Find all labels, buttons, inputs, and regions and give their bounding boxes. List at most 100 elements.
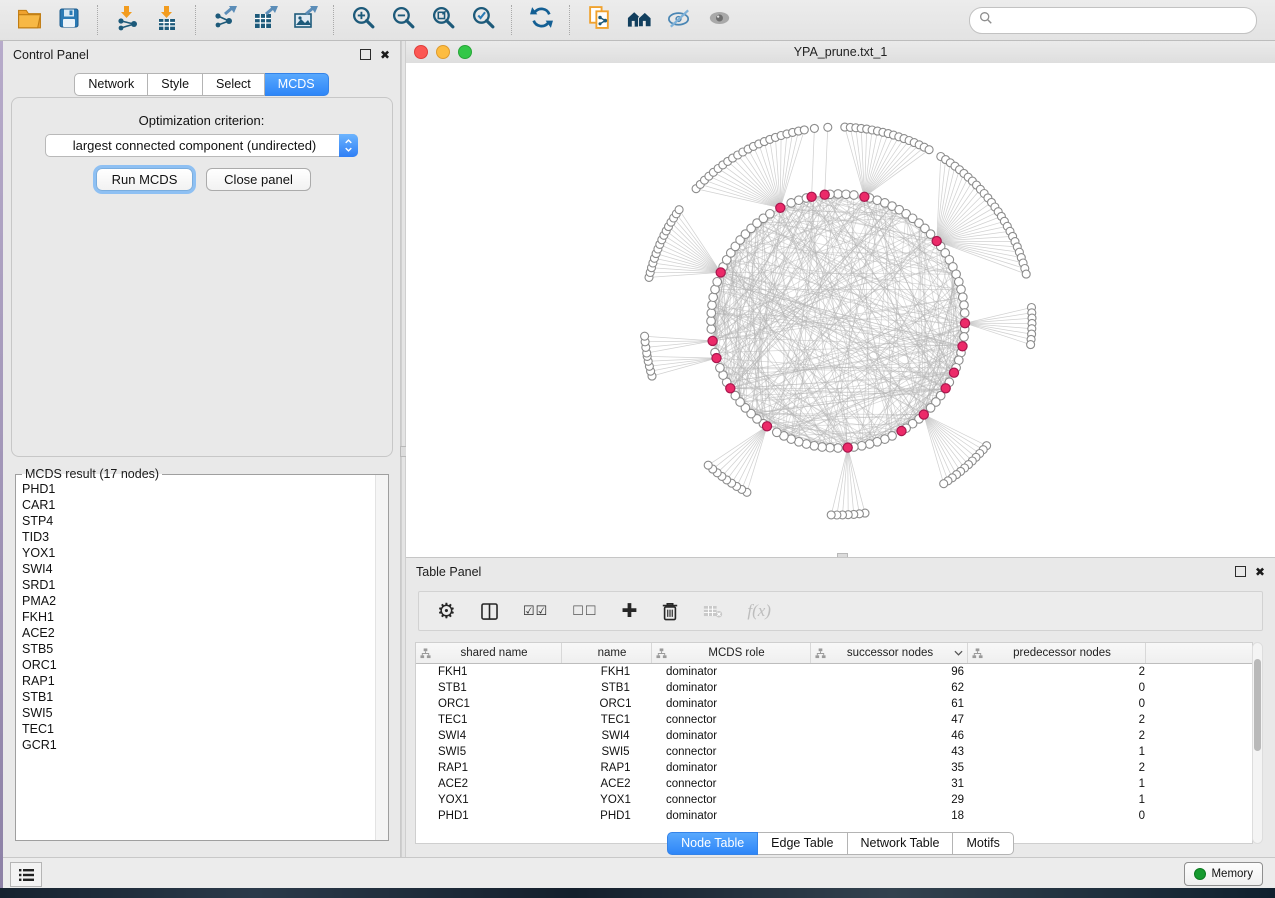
- column-header-shared-name[interactable]: shared name: [416, 643, 562, 663]
- show-columns-icon[interactable]: [480, 602, 499, 621]
- table-cell[interactable]: SWI5: [575, 746, 656, 758]
- leaf-node[interactable]: [800, 126, 808, 134]
- mcds-result-item[interactable]: CAR1: [22, 497, 382, 513]
- table-cell[interactable]: TEC1: [416, 714, 575, 726]
- table-cell[interactable]: 1: [976, 794, 1157, 806]
- table-cell[interactable]: 2: [976, 714, 1157, 726]
- table-cell[interactable]: dominator: [656, 762, 816, 774]
- tab-network[interactable]: Network: [74, 73, 148, 96]
- export-image-button[interactable]: [286, 3, 324, 37]
- select-all-columns-icon[interactable]: ☑☑: [523, 603, 548, 619]
- network-node[interactable]: [858, 442, 867, 451]
- mcds-hub-node[interactable]: [712, 354, 721, 363]
- table-cell[interactable]: TEC1: [575, 714, 656, 726]
- import-network-button[interactable]: [108, 3, 146, 37]
- zoom-selected-button[interactable]: [464, 3, 502, 37]
- mcds-result-item[interactable]: FKH1: [22, 609, 382, 625]
- table-settings-gear-icon[interactable]: ⚙: [437, 599, 456, 624]
- mcds-hub-node[interactable]: [726, 384, 735, 393]
- table-cell[interactable]: dominator: [656, 666, 816, 678]
- mcds-hub-node[interactable]: [843, 443, 852, 452]
- table-cell[interactable]: 62: [816, 682, 976, 694]
- mcds-hub-node[interactable]: [860, 192, 869, 201]
- leaf-node[interactable]: [824, 123, 832, 131]
- network-node[interactable]: [708, 301, 717, 310]
- mcds-result-item[interactable]: PMA2: [22, 593, 382, 609]
- tab-node-table[interactable]: Node Table: [667, 832, 758, 855]
- table-cell[interactable]: 43: [816, 746, 976, 758]
- mcds-hub-node[interactable]: [897, 426, 906, 435]
- export-table-button[interactable]: [246, 3, 284, 37]
- add-column-icon[interactable]: ✚: [621, 600, 637, 623]
- mcds-hub-node[interactable]: [716, 268, 725, 277]
- table-cell[interactable]: FKH1: [575, 666, 656, 678]
- leaf-node[interactable]: [1027, 341, 1035, 349]
- copy-network-button[interactable]: [580, 3, 618, 37]
- leaf-node[interactable]: [940, 480, 948, 488]
- table-row[interactable]: PHD1PHD1dominator180: [416, 808, 1252, 824]
- mcds-result-item[interactable]: GCR1: [22, 737, 382, 753]
- leaf-node[interactable]: [925, 146, 933, 154]
- table-cell[interactable]: 2: [976, 730, 1157, 742]
- mcds-result-item[interactable]: ACE2: [22, 625, 382, 641]
- network-node[interactable]: [960, 333, 969, 342]
- memory-button[interactable]: Memory: [1184, 862, 1263, 886]
- table-cell[interactable]: ORC1: [416, 698, 575, 710]
- network-node[interactable]: [957, 285, 966, 294]
- table-cell[interactable]: PHD1: [416, 810, 575, 822]
- table-cell[interactable]: STB1: [575, 682, 656, 694]
- table-cell[interactable]: 1: [976, 778, 1157, 790]
- mcds-result-item[interactable]: PHD1: [22, 481, 382, 497]
- tab-mcds[interactable]: MCDS: [265, 73, 329, 96]
- table-cell[interactable]: ORC1: [575, 698, 656, 710]
- table-row[interactable]: TEC1TEC1connector472: [416, 712, 1252, 728]
- mcds-hub-node[interactable]: [958, 342, 967, 351]
- table-cell[interactable]: 47: [816, 714, 976, 726]
- network-window-titlebar[interactable]: YPA_prune.txt_1: [406, 41, 1275, 64]
- mcds-result-item[interactable]: SRD1: [22, 577, 382, 593]
- mcds-result-item[interactable]: YOX1: [22, 545, 382, 561]
- search-input[interactable]: [999, 12, 1247, 28]
- network-node[interactable]: [826, 443, 835, 452]
- table-scrollbar[interactable]: [1252, 642, 1263, 844]
- network-node[interactable]: [959, 293, 968, 302]
- mcds-hub-node[interactable]: [960, 319, 969, 328]
- table-cell[interactable]: connector: [656, 714, 816, 726]
- close-panel-icon[interactable]: ✖: [1255, 566, 1265, 578]
- table-cell[interactable]: 0: [976, 810, 1157, 822]
- table-cell[interactable]: dominator: [656, 682, 816, 694]
- close-panel-icon[interactable]: ✖: [380, 49, 390, 61]
- table-row[interactable]: RAP1RAP1dominator352: [416, 760, 1252, 776]
- network-node[interactable]: [716, 364, 725, 373]
- mcds-result-item[interactable]: SWI5: [22, 705, 382, 721]
- column-header-predecessor-nodes[interactable]: predecessor nodes: [968, 643, 1146, 663]
- refresh-view-button[interactable]: [522, 3, 560, 37]
- table-cell[interactable]: 46: [816, 730, 976, 742]
- network-node[interactable]: [834, 444, 843, 453]
- mcds-result-item[interactable]: STP4: [22, 513, 382, 529]
- table-cell[interactable]: YOX1: [416, 794, 575, 806]
- close-panel-button[interactable]: Close panel: [206, 168, 311, 191]
- table-cell[interactable]: RAP1: [575, 762, 656, 774]
- hide-selected-button[interactable]: [660, 3, 698, 37]
- table-cell[interactable]: FKH1: [416, 666, 575, 678]
- table-row[interactable]: ACE2ACE2connector311: [416, 776, 1252, 792]
- mcds-hub-node[interactable]: [820, 190, 829, 199]
- network-node[interactable]: [713, 278, 722, 287]
- table-cell[interactable]: 61: [816, 698, 976, 710]
- table-row[interactable]: SWI4SWI4dominator462: [416, 728, 1252, 744]
- tab-edge-table[interactable]: Edge Table: [758, 832, 847, 855]
- network-node[interactable]: [810, 442, 819, 451]
- mcds-result-item[interactable]: TEC1: [22, 721, 382, 737]
- network-node[interactable]: [926, 404, 935, 413]
- leaf-node[interactable]: [810, 124, 818, 132]
- mcds-hub-node[interactable]: [762, 422, 771, 431]
- network-node[interactable]: [865, 440, 874, 449]
- mcds-hub-node[interactable]: [941, 384, 950, 393]
- leaf-node[interactable]: [1022, 270, 1030, 278]
- fit-content-button[interactable]: [424, 3, 462, 37]
- export-network-button[interactable]: [206, 3, 244, 37]
- zoom-out-button[interactable]: [384, 3, 422, 37]
- table-cell[interactable]: ACE2: [575, 778, 656, 790]
- import-table-button[interactable]: [148, 3, 186, 37]
